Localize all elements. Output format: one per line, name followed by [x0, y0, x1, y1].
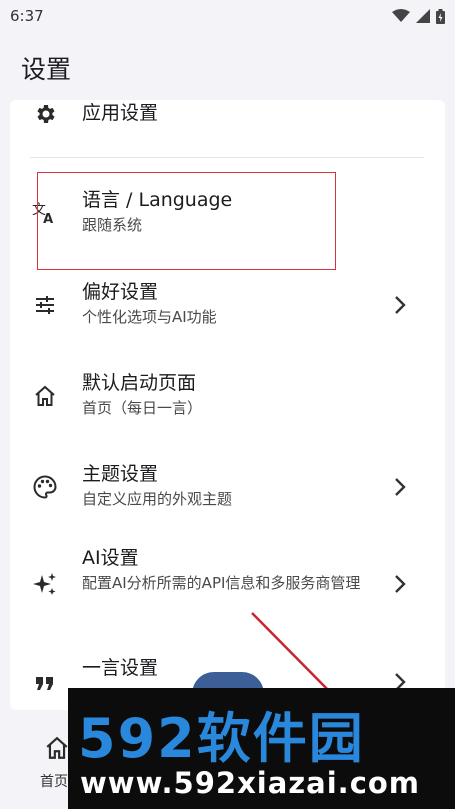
settings-item-ai[interactable]: AI设置 配置AI分析所需的API信息和多服务商管理	[10, 543, 445, 633]
chevron-right-icon	[395, 575, 406, 593]
sparkle-icon	[32, 571, 58, 597]
settings-item-subtitle: 配置AI分析所需的API信息和多服务商管理	[82, 574, 361, 592]
status-icons	[392, 8, 445, 24]
chevron-right-icon	[395, 478, 406, 496]
signal-icon	[416, 9, 430, 23]
palette-icon	[32, 474, 58, 500]
settings-item-subtitle: 首页（每日一言）	[82, 399, 203, 417]
settings-item-subtitle: 自定义应用的外观主题	[82, 490, 233, 508]
watermark-brand: 592软件园	[78, 707, 365, 770]
settings-item-title: AI设置	[82, 547, 139, 569]
settings-item-title: 主题设置	[82, 463, 159, 485]
home-icon[interactable]	[44, 735, 70, 761]
nav-home-label[interactable]: 首页	[40, 771, 68, 791]
settings-item-title: 默认启动页面	[82, 372, 197, 394]
chevron-right-icon	[395, 296, 406, 314]
watermark-url: www.592xiazai.com	[80, 766, 421, 800]
settings-item-title: 应用设置	[82, 102, 159, 124]
settings-item-theme[interactable]: 主题设置 自定义应用的外观主题	[10, 454, 445, 534]
settings-item-preferences[interactable]: 偏好设置 个性化选项与AI功能	[10, 272, 445, 352]
highlight-box	[37, 172, 336, 270]
status-time: 6:37	[10, 7, 44, 25]
page-title: 设置	[21, 55, 72, 84]
battery-icon	[436, 8, 445, 24]
watermark: 592软件园 www.592xiazai.com	[68, 688, 455, 809]
quote-icon	[32, 670, 58, 696]
app-bar: 设置	[0, 40, 455, 96]
wifi-icon	[392, 9, 410, 22]
home-icon	[32, 383, 58, 409]
settings-item-app[interactable]: 应用设置	[10, 100, 445, 158]
status-bar: 6:37	[0, 0, 455, 32]
gear-icon	[32, 101, 58, 127]
settings-item-title: 偏好设置	[82, 281, 159, 303]
settings-item-default-page[interactable]: 默认启动页面 首页（每日一言）	[10, 363, 445, 443]
tune-icon	[32, 292, 58, 318]
divider	[30, 157, 424, 158]
settings-item-subtitle: 个性化选项与AI功能	[82, 308, 217, 326]
